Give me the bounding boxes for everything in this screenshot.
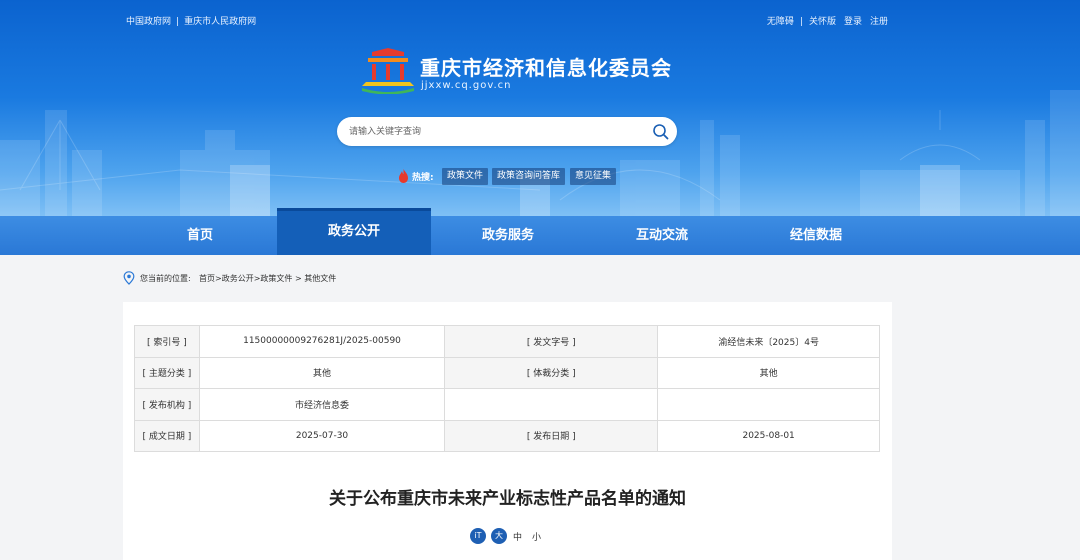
meta-value: 其他	[198, 356, 446, 389]
link-chongqing-gov[interactable]: 重庆市人民政府网	[184, 17, 256, 27]
meta-value: 2025-08-01	[657, 419, 880, 452]
link-care-mode[interactable]: 关怀版	[809, 17, 836, 27]
top-utility-bar: 中国政府网 | 重庆市人民政府网 无障碍 | 关怀版 登录 注册	[126, 14, 888, 28]
hot-tag-policy-files[interactable]: 政策文件	[442, 168, 489, 185]
link-accessibility[interactable]: 无障碍	[767, 17, 794, 27]
separator: |	[799, 17, 803, 27]
hot-tag-policy-qa[interactable]: 政策咨询问答库	[492, 168, 566, 185]
nav-item-economic-data[interactable]: 经信数据	[739, 216, 893, 255]
meta-key: [ 发布机构 ]	[134, 388, 200, 421]
table-row: [ 索引号 ] 11500000009276281J/2025-00590 [ …	[134, 325, 880, 358]
font-size-large-button[interactable]: 大	[491, 528, 507, 544]
breadcrumb-label: 您当前的位置:	[140, 274, 191, 283]
site-logo-icon[interactable]	[358, 46, 418, 94]
site-title[interactable]: 重庆市经济和信息化委员会	[420, 52, 672, 81]
table-row: [ 成文日期 ] 2025-07-30 [ 发布日期 ] 2025-08-01	[134, 419, 880, 452]
link-china-gov[interactable]: 中国政府网	[126, 17, 171, 27]
meta-key: [ 发文字号 ]	[444, 325, 659, 358]
meta-key: [ 发布日期 ]	[444, 419, 659, 452]
nav-item-government-services[interactable]: 政务服务	[431, 216, 585, 255]
meta-key: [ 主题分类 ]	[134, 356, 200, 389]
hot-tag-opinion-collection[interactable]: 意见征集	[570, 168, 617, 185]
hot-search-label: 热搜:	[412, 173, 434, 183]
meta-key: [ 成文日期 ]	[134, 419, 200, 452]
meta-value: 渝经信未来〔2025〕4号	[657, 325, 880, 358]
document-title: 关于公布重庆市未来产业标志性产品名单的通知	[329, 489, 686, 509]
meta-empty-cell	[444, 388, 659, 421]
document-card: [ 索引号 ] 11500000009276281J/2025-00590 [ …	[123, 302, 892, 560]
main-nav: 首页 政务公开 政务服务 互动交流 经信数据	[0, 208, 1080, 255]
meta-value: 11500000009276281J/2025-00590	[198, 325, 446, 358]
fire-icon	[399, 169, 408, 183]
table-row: [ 发布机构 ] 市经济信息委	[134, 388, 880, 421]
search-input[interactable]	[349, 123, 639, 140]
header-banner: 中国政府网 | 重庆市人民政府网 无障碍 | 关怀版 登录 注册 重庆市经济和信息化委员会 …	[0, 0, 1080, 216]
meta-value: 2025-07-30	[198, 419, 446, 452]
link-login[interactable]: 登录	[844, 17, 862, 27]
nav-item-government-affairs-public[interactable]: 政务公开	[277, 208, 431, 255]
meta-empty-cell	[657, 388, 880, 421]
site-domain: jjxxw.cq.gov.cn	[421, 80, 512, 91]
table-row: [ 主题分类 ] 其他 [ 体裁分类 ] 其他	[134, 356, 880, 389]
font-size-small-button[interactable]: 小	[532, 530, 541, 543]
nav-item-interaction[interactable]: 互动交流	[585, 216, 739, 255]
search-icon[interactable]	[652, 123, 669, 140]
font-size-medium-button[interactable]: 中	[513, 530, 522, 543]
search-box	[337, 117, 677, 146]
breadcrumb-path[interactable]: 首页>政务公开>政策文件 > 其他文件	[199, 273, 336, 284]
meta-key: [ 索引号 ]	[134, 325, 200, 358]
meta-key: [ 体裁分类 ]	[444, 356, 659, 389]
text-size-icon: iT	[470, 528, 486, 544]
meta-value: 市经济信息委	[198, 388, 446, 421]
location-pin-icon	[123, 271, 135, 285]
separator: |	[176, 17, 180, 27]
link-register[interactable]: 注册	[870, 17, 888, 27]
meta-value: 其他	[657, 356, 880, 389]
nav-item-home[interactable]: 首页	[123, 216, 277, 255]
document-meta-table: [ 索引号 ] 11500000009276281J/2025-00590 [ …	[134, 325, 880, 452]
